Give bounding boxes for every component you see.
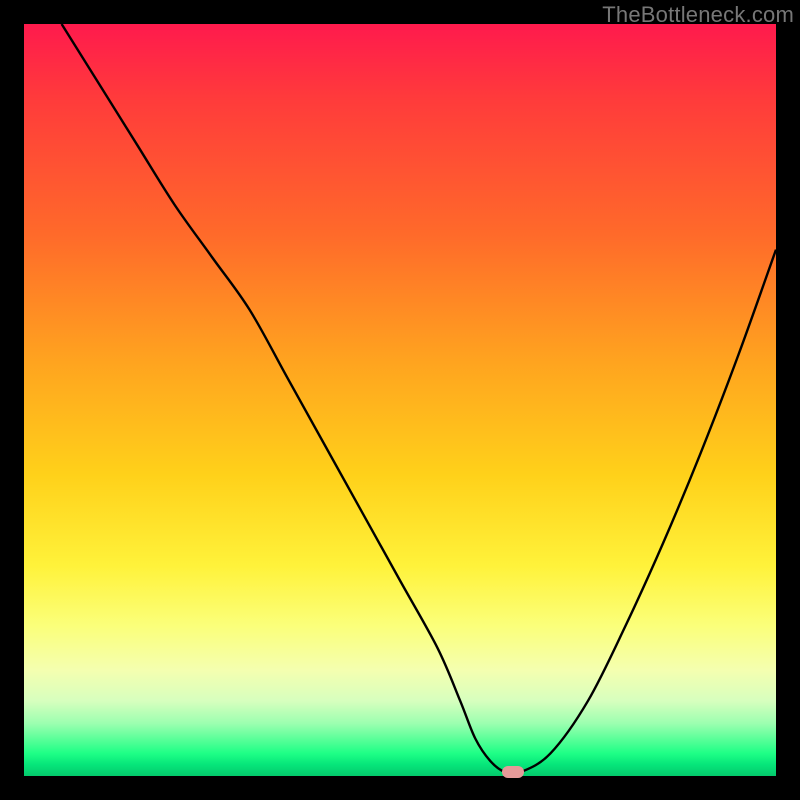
curve-svg [24, 24, 776, 776]
bottleneck-curve-path [62, 24, 776, 774]
plot-area [24, 24, 776, 776]
chart-frame: TheBottleneck.com [0, 0, 800, 800]
optimal-point-marker [502, 766, 524, 778]
